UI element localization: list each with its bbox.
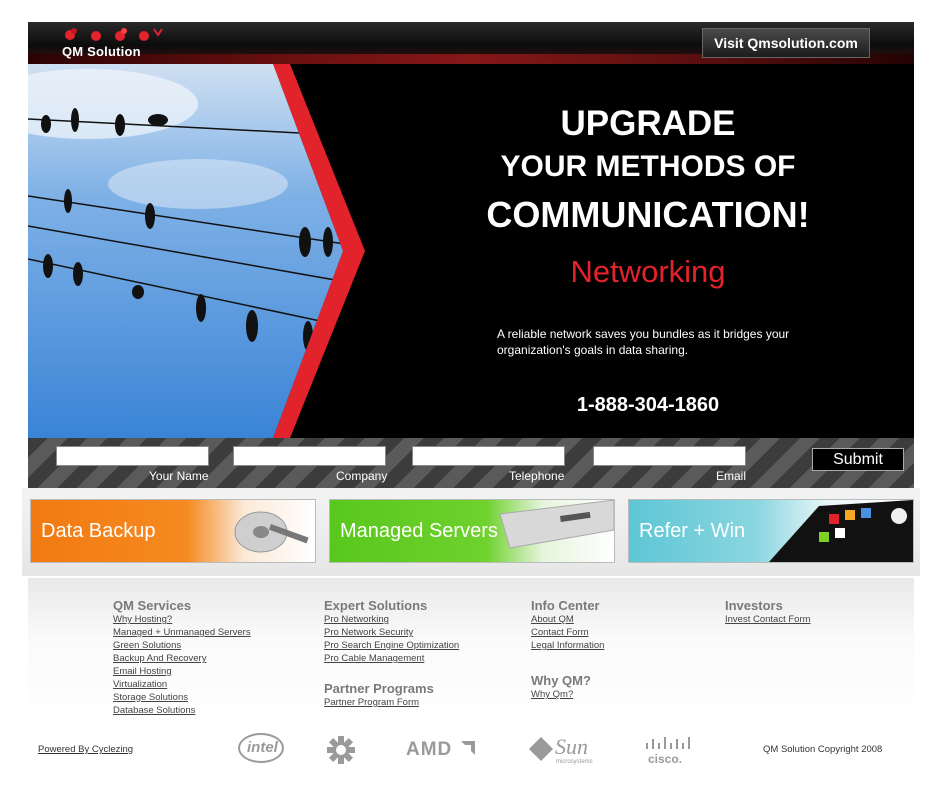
promo-strip: Data Backup Managed Servers Refer + Win: [22, 488, 920, 576]
hero-headline-line3: COMMUNICATION!: [486, 194, 810, 235]
contact-form-bar: Your Name Company Telephone Email Submit: [28, 438, 914, 488]
company-field[interactable]: [233, 446, 386, 466]
footer-link-pro-network-security[interactable]: Pro Network Security: [324, 627, 413, 638]
partner-programs-heading: Partner Programs: [324, 681, 434, 696]
footer-link-why-hosting[interactable]: Why Hosting?: [113, 614, 172, 625]
managed-servers-banner[interactable]: Managed Servers: [329, 499, 615, 563]
refer-win-label: Refer + Win: [639, 520, 746, 542]
amd-logo-text: AMD: [406, 739, 453, 760]
telephone-label: Telephone: [509, 469, 565, 483]
footer-link-why-qm[interactable]: Why Qm?: [531, 689, 573, 700]
hero-banner: UPGRADE YOUR METHODS OF COMMUNICATION! N…: [28, 64, 914, 438]
expert-solutions-heading: Expert Solutions: [324, 598, 428, 613]
footer-link-green-solutions[interactable]: Green Solutions: [113, 640, 181, 651]
header-bar: QM Solution Visit Qmsolution.com: [28, 22, 914, 64]
footer-link-pro-seo[interactable]: Pro Search Engine Optimization: [324, 640, 459, 651]
why-qm-heading: Why QM?: [531, 673, 591, 688]
footer-link-email-hosting[interactable]: Email Hosting: [113, 666, 172, 677]
sun-logo-subtext: microsystems: [556, 759, 593, 765]
telephone-field[interactable]: [412, 446, 565, 466]
refer-win-banner[interactable]: Refer + Win: [628, 499, 914, 563]
logo-icon[interactable]: [64, 26, 164, 44]
managed-servers-label: Managed Servers: [340, 520, 498, 542]
footer-link-virtualization[interactable]: Virtualization: [113, 679, 167, 690]
cisco-bars-icon: [646, 737, 690, 749]
footer-link-invest-contact[interactable]: Invest Contact Form: [725, 614, 811, 625]
footer-link-database-solutions[interactable]: Database Solutions: [113, 705, 195, 716]
intel-logo-text: intel: [247, 739, 278, 756]
amd-arrow-icon: [460, 741, 475, 755]
footer-link-pro-cable-management[interactable]: Pro Cable Management: [324, 653, 424, 664]
hero-headline-line2: YOUR METHODS OF: [500, 150, 796, 183]
smartphone-icon: [769, 500, 913, 562]
hero-headline-line1: UPGRADE: [560, 104, 736, 143]
footer-link-legal-information[interactable]: Legal Information: [531, 640, 604, 651]
hero-phone: 1-888-304-1860: [576, 394, 720, 416]
qm-services-heading: QM Services: [113, 598, 192, 613]
hard-drive-icon: [234, 511, 309, 553]
email-label: Email: [716, 469, 747, 483]
amd-logo: AMD: [406, 739, 477, 761]
intel-logo: intel: [238, 733, 284, 763]
sun-logo-text: Sun: [555, 734, 588, 759]
info-center-heading: Info Center: [531, 598, 600, 613]
investors-heading: Investors: [725, 598, 783, 613]
footer-link-pro-networking[interactable]: Pro Networking: [324, 614, 389, 625]
visit-site-button[interactable]: Visit Qmsolution.com: [702, 28, 870, 58]
footer-link-storage-solutions[interactable]: Storage Solutions: [113, 692, 188, 703]
hero-description: A reliable network saves you bundles as …: [497, 327, 790, 357]
server-icon: [499, 500, 614, 549]
email-field[interactable]: [593, 446, 746, 466]
powered-by-link[interactable]: Powered By Cyclezing: [38, 744, 133, 755]
hero-highlight: Networking: [570, 254, 726, 289]
company-label: Company: [336, 469, 388, 483]
cisco-logo-text: cisco.: [648, 752, 683, 766]
footer-link-managed-servers[interactable]: Managed + Unmanaged Servers: [113, 627, 251, 638]
name-field[interactable]: [56, 446, 209, 466]
logo-text[interactable]: QM Solution: [62, 44, 141, 59]
footer-link-backup-recovery[interactable]: Backup And Recovery: [113, 653, 206, 664]
footer-link-partner-form[interactable]: Partner Program Form: [324, 697, 419, 708]
data-backup-label: Data Backup: [41, 520, 156, 542]
birds-on-wire-image: [28, 64, 365, 438]
footer-link-contact-form[interactable]: Contact Form: [531, 627, 589, 638]
name-label: Your Name: [149, 469, 209, 483]
footer-link-about-qm[interactable]: About QM: [531, 614, 574, 625]
submit-button[interactable]: Submit: [812, 448, 904, 471]
sun-diamond-icon: [529, 737, 553, 761]
snowflake-logo-icon: [327, 736, 355, 764]
copyright-text: QM Solution Copyright 2008: [763, 744, 883, 755]
data-backup-banner[interactable]: Data Backup: [30, 499, 316, 563]
